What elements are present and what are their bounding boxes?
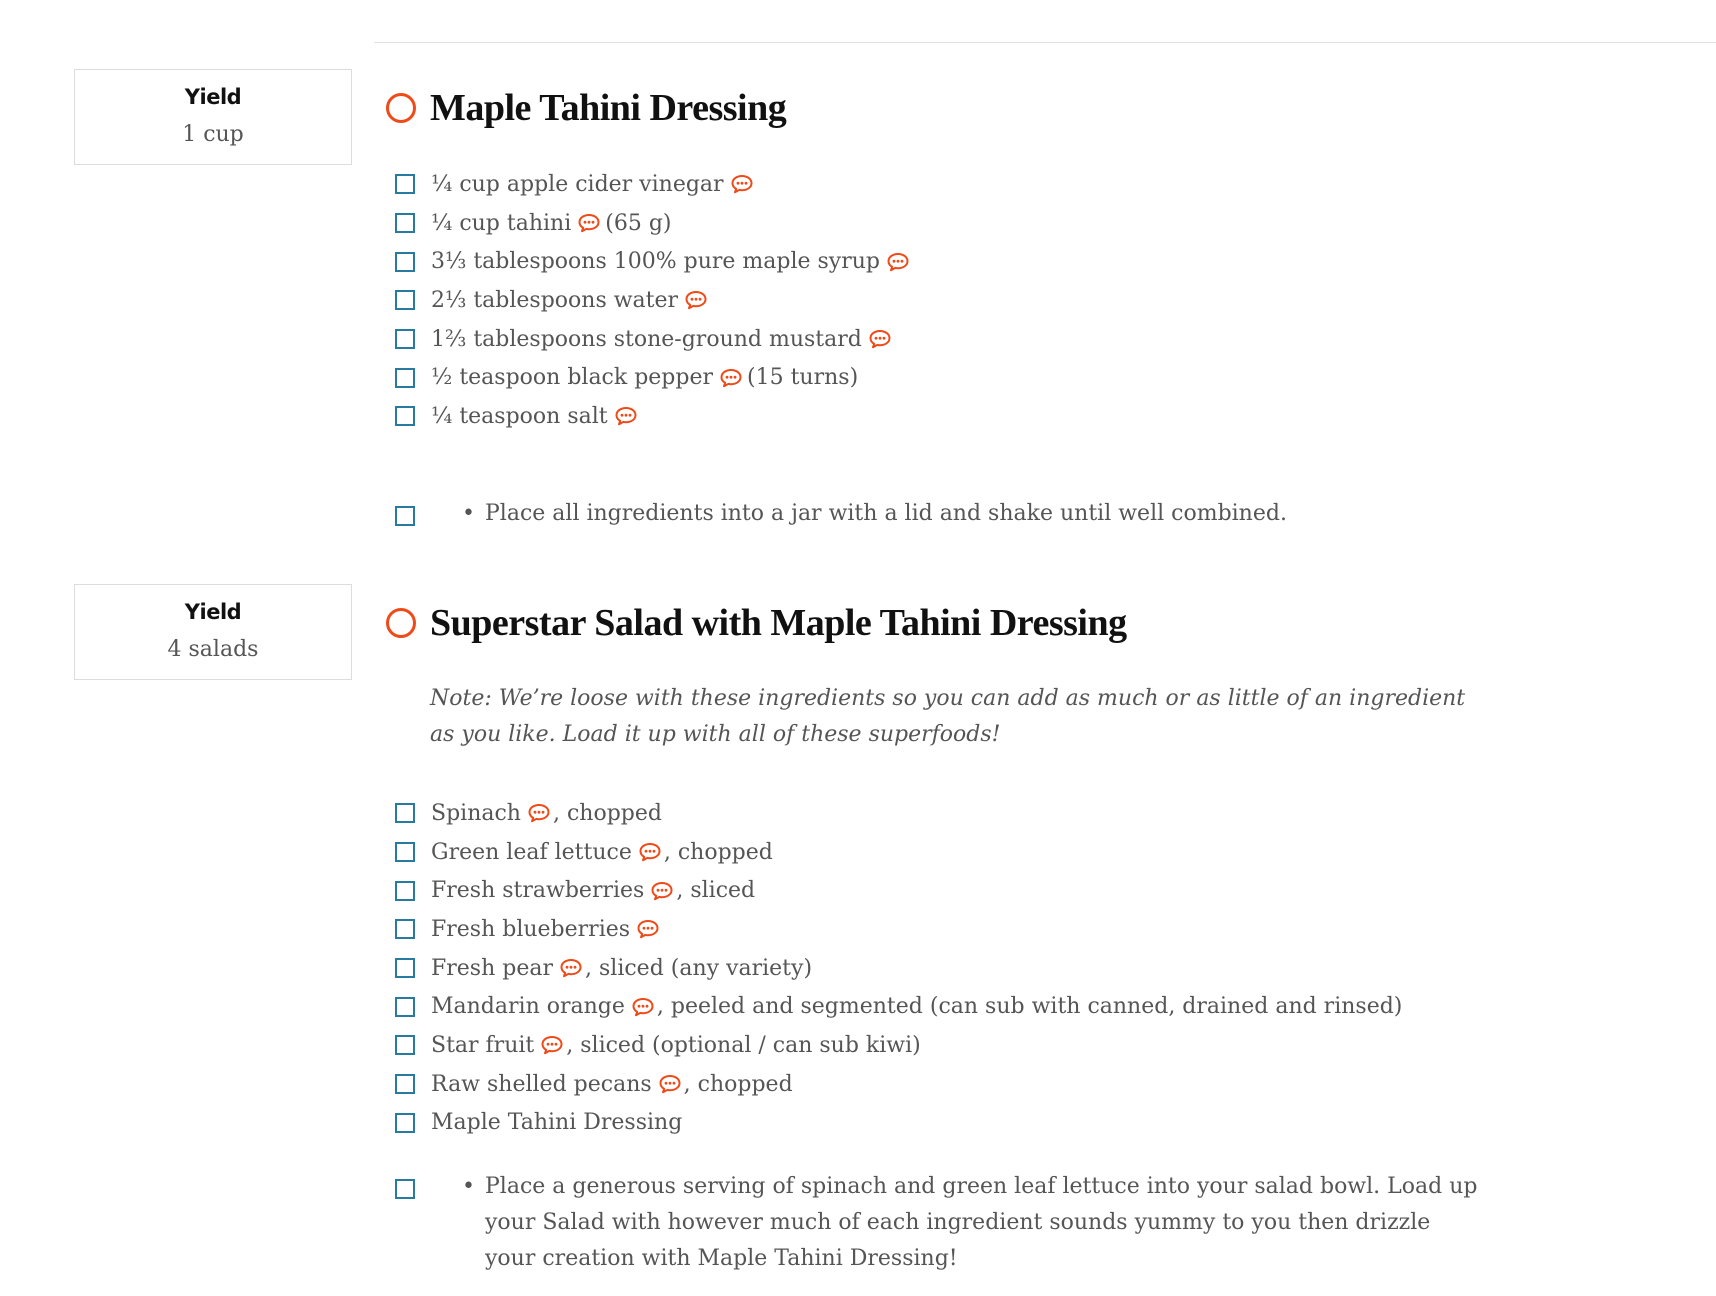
ingredient-item: 1⅔ tablespoons stone-ground mustard xyxy=(395,320,912,359)
ingredient-item: Green leaf lettuce , chopped xyxy=(395,833,1402,872)
recipe-title: Maple Tahini Dressing xyxy=(430,87,787,129)
checkbox-icon[interactable] xyxy=(395,1179,415,1199)
ingredient-item: 3⅓ tablespoons 100% pure maple syrup xyxy=(395,242,912,281)
ingredient-text: Fresh blueberries xyxy=(431,916,631,942)
checkbox-icon[interactable] xyxy=(395,958,415,979)
recipe-title-row: Maple Tahini Dressing xyxy=(386,83,787,133)
comment-bubble-icon[interactable] xyxy=(631,997,655,1017)
ingredient-detail: , chopped xyxy=(683,1071,793,1097)
ingredient-item: Star fruit , sliced (optional / can sub k… xyxy=(395,1026,1402,1065)
checkbox-icon[interactable] xyxy=(395,1112,415,1133)
ingredient-text: Mandarin orange xyxy=(431,994,625,1020)
ingredient-detail: (15 turns) xyxy=(747,365,859,391)
ingredient-text: 1⅔ tablespoons stone-ground mustard xyxy=(431,326,862,352)
ingredient-list: ¼ cup apple cider vinegar ¼ cup tahini (6… xyxy=(395,165,912,436)
ingredient-item: ½ teaspoon black pepper (15 turns) xyxy=(395,358,912,397)
yield-label: Yield xyxy=(184,85,242,109)
circle-outline-icon[interactable] xyxy=(386,93,416,123)
comment-bubble-icon[interactable] xyxy=(577,213,601,233)
ingredient-list: Spinach , chopped Green leaf lettuce , cho… xyxy=(395,794,1402,1142)
checkbox-icon[interactable] xyxy=(395,174,415,195)
checkbox-icon[interactable] xyxy=(395,213,415,234)
instruction-text: Place a generous serving of spinach and … xyxy=(485,1174,1478,1271)
ingredient-item: Mandarin orange , peeled and segmented (c… xyxy=(395,987,1402,1026)
instruction-text: Place all ingredients into a jar with a … xyxy=(485,501,1287,526)
ingredient-detail: , peeled and segmented (can sub with can… xyxy=(656,994,1403,1020)
ingredient-text: Green leaf lettuce xyxy=(431,839,632,865)
checkbox-icon[interactable] xyxy=(395,251,415,272)
comment-bubble-icon[interactable] xyxy=(527,803,551,823)
checkbox-icon[interactable] xyxy=(395,406,415,427)
comment-bubble-icon[interactable] xyxy=(559,958,583,978)
ingredient-item: Fresh blueberries xyxy=(395,910,1402,949)
yield-label: Yield xyxy=(184,600,242,624)
ingredient-item: 2⅓ tablespoons water xyxy=(395,281,912,320)
comment-bubble-icon[interactable] xyxy=(684,290,708,310)
yield-box: Yield 4 salads xyxy=(74,584,352,680)
comment-bubble-icon[interactable] xyxy=(868,329,892,349)
ingredient-item: Raw shelled pecans , chopped xyxy=(395,1065,1402,1104)
yield-value: 4 salads xyxy=(167,637,259,662)
comment-bubble-icon[interactable] xyxy=(886,252,910,272)
ingredient-item: ¼ cup apple cider vinegar xyxy=(395,165,912,204)
bullet-icon: • xyxy=(462,501,475,526)
ingredient-text: Fresh pear xyxy=(431,955,553,981)
ingredient-text: Maple Tahini Dressing xyxy=(431,1110,683,1136)
ingredient-item: Spinach , chopped xyxy=(395,794,1402,833)
ingredient-item: Fresh strawberries , sliced xyxy=(395,871,1402,910)
bullet-icon: • xyxy=(462,1174,475,1199)
ingredient-detail: , sliced xyxy=(676,878,756,904)
recipe-title-row: Superstar Salad with Maple Tahini Dressi… xyxy=(386,598,1127,648)
circle-outline-icon[interactable] xyxy=(386,608,416,638)
yield-value: 1 cup xyxy=(182,122,244,147)
checkbox-icon[interactable] xyxy=(395,919,415,940)
comment-bubble-icon[interactable] xyxy=(650,881,674,901)
ingredient-item: ¼ cup tahini (65 g) xyxy=(395,204,912,243)
comment-bubble-icon[interactable] xyxy=(614,406,638,426)
checkbox-icon[interactable] xyxy=(395,367,415,388)
checkbox-icon[interactable] xyxy=(395,290,415,311)
comment-bubble-icon[interactable] xyxy=(658,1074,682,1094)
checkbox-icon[interactable] xyxy=(395,1035,415,1056)
recipe-title: Superstar Salad with Maple Tahini Dressi… xyxy=(430,602,1127,644)
comment-bubble-icon[interactable] xyxy=(719,368,743,388)
comment-bubble-icon[interactable] xyxy=(540,1035,564,1055)
checkbox-icon[interactable] xyxy=(395,996,415,1017)
comment-bubble-icon[interactable] xyxy=(638,842,662,862)
ingredient-text: ¼ teaspoon salt xyxy=(431,403,608,429)
ingredient-text: Fresh strawberries xyxy=(431,878,645,904)
checkbox-icon[interactable] xyxy=(395,506,415,526)
ingredient-item: Fresh pear , sliced (any variety) xyxy=(395,949,1402,988)
ingredient-detail: , sliced (optional / can sub kiwi) xyxy=(566,1032,921,1058)
checkbox-icon[interactable] xyxy=(395,880,415,901)
ingredient-text: ¼ cup apple cider vinegar xyxy=(431,171,724,197)
ingredient-item: Maple Tahini Dressing xyxy=(395,1104,1402,1143)
ingredient-detail: , chopped xyxy=(663,839,773,865)
ingredient-text: Raw shelled pecans xyxy=(431,1071,652,1097)
comment-bubble-icon[interactable] xyxy=(730,174,754,194)
top-divider xyxy=(374,42,1716,43)
ingredient-text: 2⅓ tablespoons water xyxy=(431,287,679,313)
comment-bubble-icon[interactable] xyxy=(636,919,660,939)
ingredient-text: Spinach xyxy=(431,800,521,826)
checkbox-icon[interactable] xyxy=(395,1074,415,1095)
ingredient-text: ½ teaspoon black pepper xyxy=(431,365,714,391)
ingredient-detail: , chopped xyxy=(552,800,662,826)
ingredient-detail: , sliced (any variety) xyxy=(585,955,813,981)
ingredient-text: 3⅓ tablespoons 100% pure maple syrup xyxy=(431,249,880,275)
checkbox-icon[interactable] xyxy=(395,803,415,824)
yield-box: Yield 1 cup xyxy=(74,69,352,165)
ingredient-text: ¼ cup tahini xyxy=(431,210,572,236)
checkbox-icon[interactable] xyxy=(395,842,415,863)
checkbox-icon[interactable] xyxy=(395,329,415,350)
ingredient-detail: (65 g) xyxy=(605,210,672,236)
ingredient-item: ¼ teaspoon salt xyxy=(395,397,912,436)
recipe-note: Note: We’re loose with these ingredients… xyxy=(430,686,1466,747)
ingredient-text: Star fruit xyxy=(431,1032,535,1058)
